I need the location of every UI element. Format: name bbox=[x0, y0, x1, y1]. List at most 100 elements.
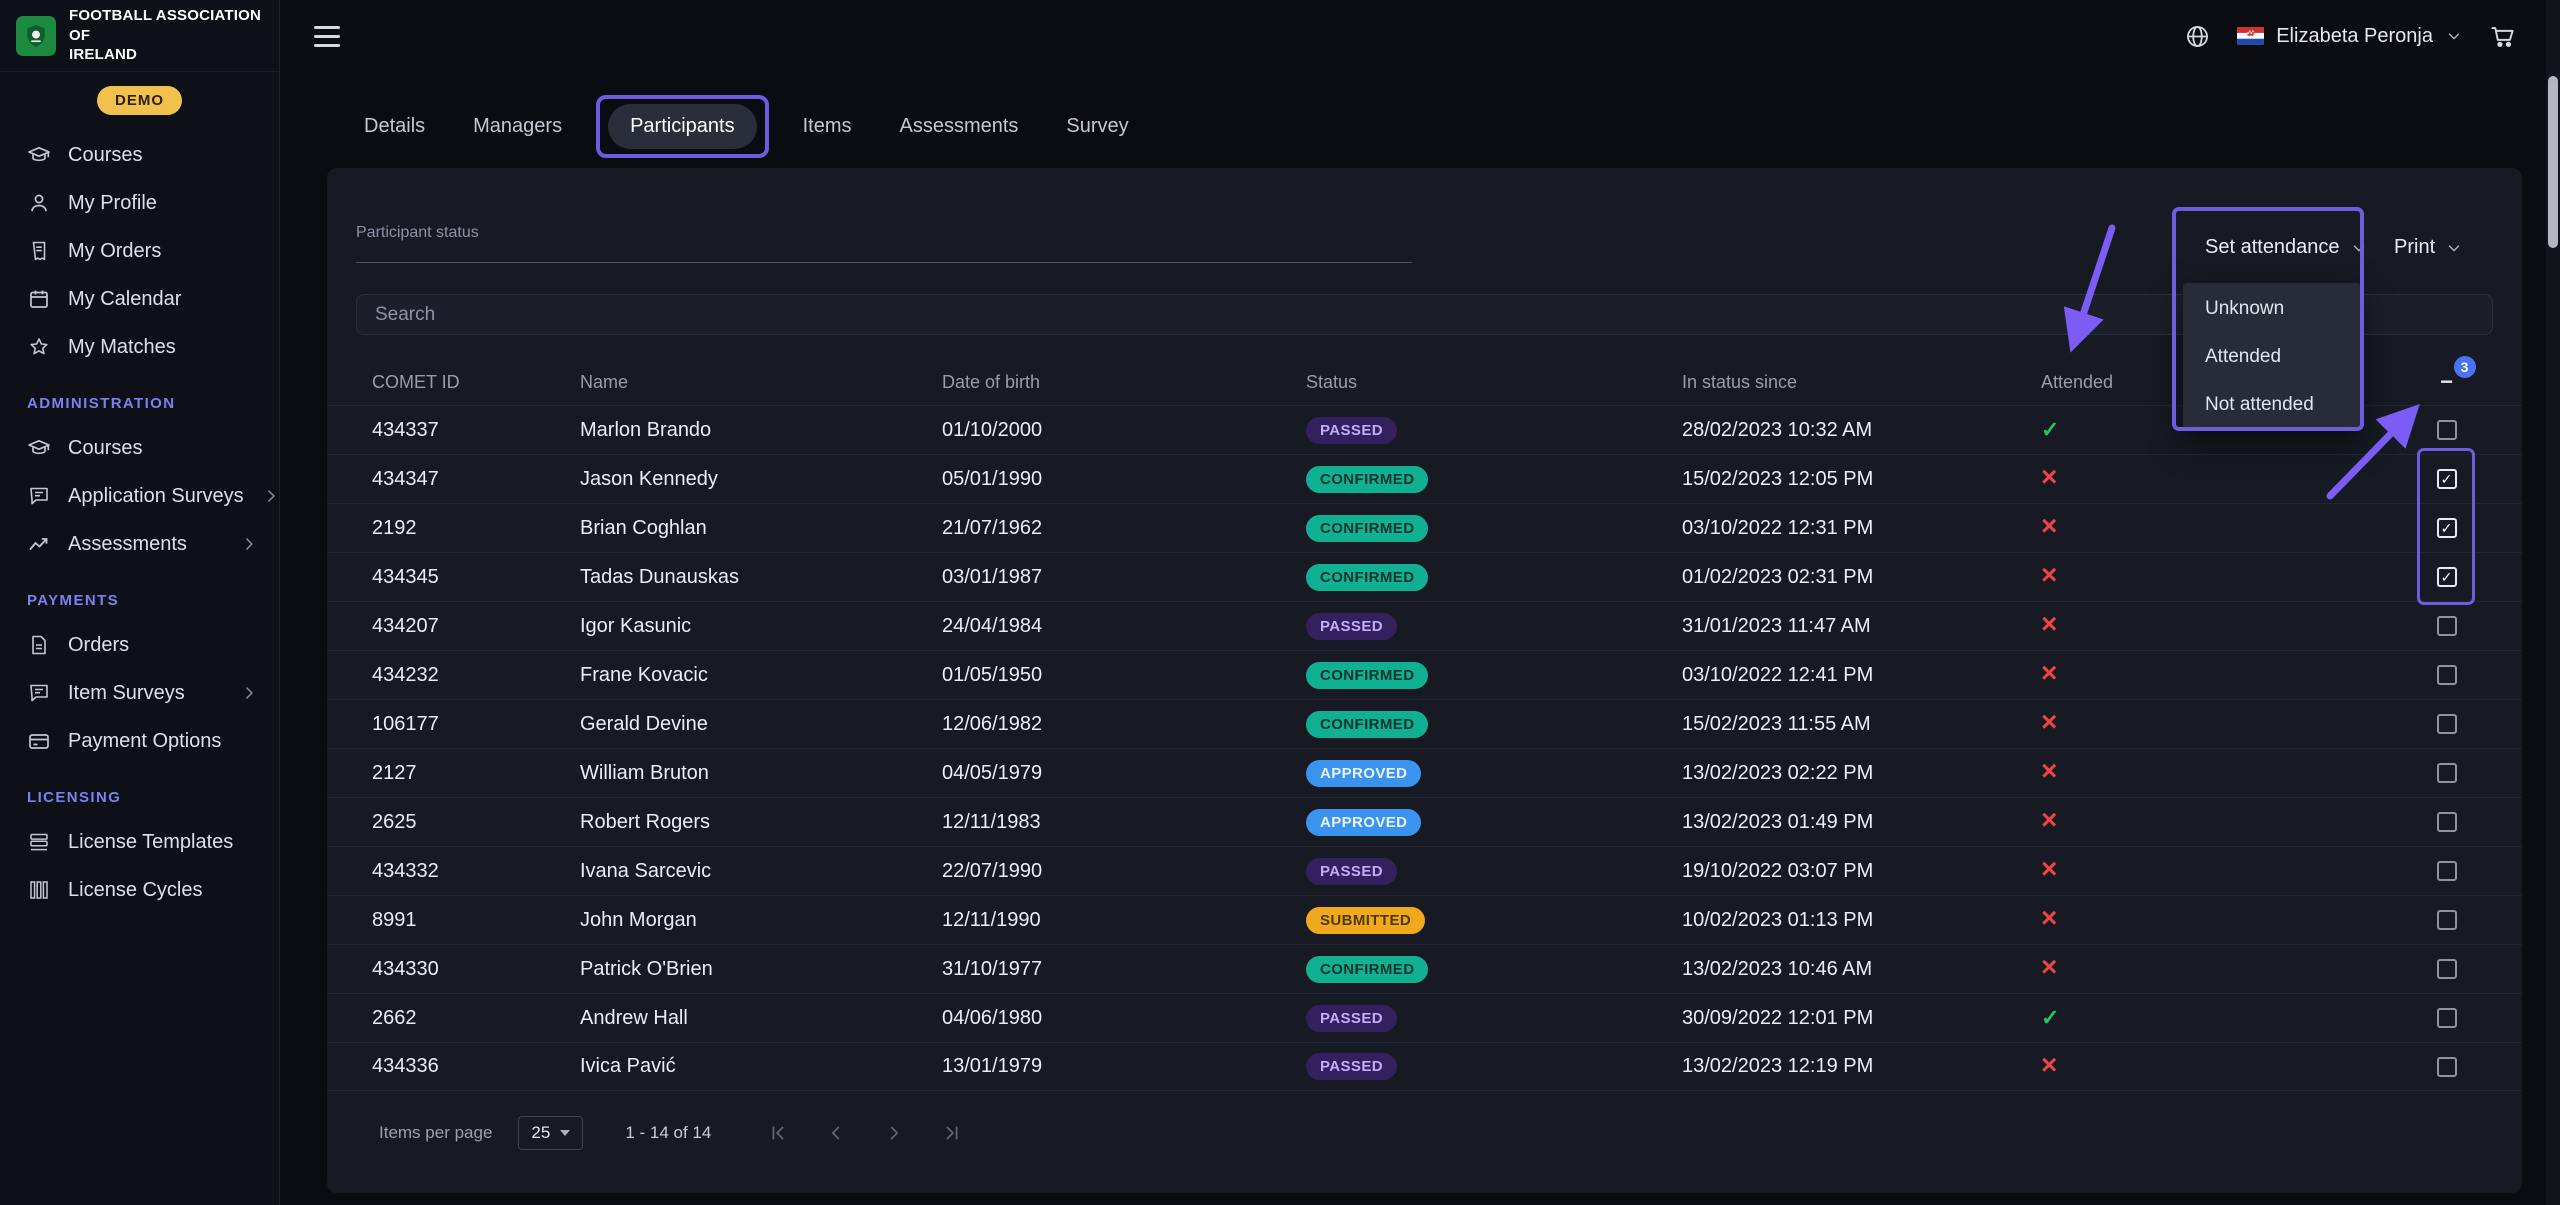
status-badge: PASSED bbox=[1306, 417, 1397, 444]
cell-name: Ivana Sarcevic bbox=[580, 860, 942, 883]
sidebar-item-payment-options[interactable]: Payment Options bbox=[0, 717, 279, 765]
row-checkbox[interactable]: ✓ bbox=[2437, 469, 2457, 489]
table-row[interactable]: 2192Brian Coghlan21/07/1962CONFIRMED03/1… bbox=[327, 503, 2522, 552]
menu-item-not-attended[interactable]: Not attended bbox=[2183, 381, 2361, 429]
cell-select: ✓ bbox=[2371, 567, 2522, 587]
sidebar-item-label: Courses bbox=[68, 437, 142, 460]
pagination-controls bbox=[767, 1122, 963, 1144]
sidebar-item-my-calendar[interactable]: My Calendar bbox=[0, 275, 279, 323]
row-checkbox[interactable] bbox=[2437, 714, 2457, 734]
table-row[interactable]: 434330Patrick O'Brien31/10/1977CONFIRMED… bbox=[327, 944, 2522, 993]
pagination-first-button[interactable] bbox=[767, 1122, 789, 1144]
row-checkbox[interactable] bbox=[2437, 1057, 2457, 1077]
row-checkbox[interactable] bbox=[2437, 1008, 2457, 1028]
cell-select: ✓ bbox=[2371, 469, 2522, 489]
col-header-status: Status bbox=[1306, 372, 1682, 393]
col-header-since: In status since bbox=[1682, 372, 2041, 393]
row-checkbox[interactable] bbox=[2437, 763, 2457, 783]
tab-participants[interactable]: Participants bbox=[608, 104, 757, 149]
sidebar-item-orders[interactable]: Orders bbox=[0, 621, 279, 669]
table-row[interactable]: 434332Ivana Sarcevic22/07/1990PASSED19/1… bbox=[327, 846, 2522, 895]
attended-check-icon: ✓ bbox=[2041, 1005, 2059, 1030]
cell-attended: × bbox=[2041, 662, 2371, 688]
cell-since: 15/02/2023 12:05 PM bbox=[1682, 468, 2041, 491]
table-row[interactable]: 106177Gerald Devine12/06/1982CONFIRMED15… bbox=[327, 699, 2522, 748]
table-row[interactable]: 434232Frane Kovacic01/05/1950CONFIRMED03… bbox=[327, 650, 2522, 699]
table-row[interactable]: 2625Robert Rogers12/11/1983APPROVED13/02… bbox=[327, 797, 2522, 846]
row-checkbox[interactable] bbox=[2437, 812, 2457, 832]
sidebar-item-item-surveys[interactable]: Item Surveys bbox=[0, 669, 279, 717]
cell-dob: 04/06/1980 bbox=[942, 1007, 1306, 1030]
cart-button[interactable] bbox=[2489, 23, 2516, 50]
status-badge: PASSED bbox=[1306, 613, 1397, 640]
cell-select bbox=[2371, 959, 2522, 979]
row-checkbox[interactable] bbox=[2437, 910, 2457, 930]
row-checkbox[interactable]: ✓ bbox=[2437, 518, 2457, 538]
cell-status: APPROVED bbox=[1306, 809, 1682, 836]
sidebar-item-license-templates[interactable]: License Templates bbox=[0, 818, 279, 866]
chevron-right-icon bbox=[261, 486, 281, 506]
sidebar-item-my-matches[interactable]: My Matches bbox=[0, 323, 279, 371]
row-checkbox[interactable] bbox=[2437, 616, 2457, 636]
tab-managers[interactable]: Managers bbox=[471, 105, 564, 148]
cell-select bbox=[2371, 763, 2522, 783]
table-row[interactable]: 434207Igor Kasunic24/04/1984PASSED31/01/… bbox=[327, 601, 2522, 650]
set-attendance-button[interactable]: Set attendance bbox=[2205, 236, 2368, 259]
cell-select: ✓ bbox=[2371, 518, 2522, 538]
row-checkbox[interactable] bbox=[2437, 420, 2457, 440]
items-per-page-select[interactable]: 25 bbox=[518, 1116, 583, 1150]
row-checkbox[interactable] bbox=[2437, 665, 2457, 685]
sidebar-item-assessments[interactable]: Assessments bbox=[0, 520, 279, 568]
cell-status: PASSED bbox=[1306, 1005, 1682, 1032]
sidebar-item-label: My Matches bbox=[68, 336, 176, 359]
user-menu[interactable]: Elizabeta Peronja bbox=[2237, 25, 2463, 48]
status-badge: CONFIRMED bbox=[1306, 662, 1428, 689]
row-checkbox[interactable]: ✓ bbox=[2437, 567, 2457, 587]
row-checkbox[interactable] bbox=[2437, 959, 2457, 979]
menu-item-unknown[interactable]: Unknown bbox=[2183, 285, 2361, 333]
table-row[interactable]: 8991John Morgan12/11/1990SUBMITTED10/02/… bbox=[327, 895, 2522, 944]
row-checkbox[interactable] bbox=[2437, 861, 2457, 881]
tab-items[interactable]: Items bbox=[801, 105, 854, 148]
table-row[interactable]: 2662Andrew Hall04/06/1980PASSED30/09/202… bbox=[327, 993, 2522, 1042]
not-attended-x-icon: × bbox=[2041, 461, 2057, 492]
cell-name: Andrew Hall bbox=[580, 1007, 942, 1030]
not-attended-x-icon: × bbox=[2041, 951, 2057, 982]
col-header-name: Name bbox=[580, 372, 942, 393]
cell-comet-id: 8991 bbox=[372, 909, 580, 932]
table-body: 434337Marlon Brando01/10/2000PASSED28/02… bbox=[327, 405, 2522, 1091]
sidebar-item-courses[interactable]: Courses bbox=[0, 424, 279, 472]
sidebar-item-courses[interactable]: Courses bbox=[0, 131, 279, 179]
table-row[interactable]: 434345Tadas Dunauskas03/01/1987CONFIRMED… bbox=[327, 552, 2522, 601]
menu-icon[interactable] bbox=[314, 26, 340, 47]
cell-status: PASSED bbox=[1306, 417, 1682, 444]
scrollbar-thumb[interactable] bbox=[2548, 76, 2558, 248]
chevron-right-icon bbox=[239, 683, 259, 703]
pagination-last-button[interactable] bbox=[941, 1122, 963, 1144]
tab-survey[interactable]: Survey bbox=[1064, 105, 1130, 148]
sidebar-item-application-surveys[interactable]: Application Surveys bbox=[0, 472, 279, 520]
pagination-next-button[interactable] bbox=[883, 1122, 905, 1144]
sidebar-item-my-profile[interactable]: My Profile bbox=[0, 179, 279, 227]
participant-status-select[interactable]: Participant status bbox=[356, 224, 1412, 263]
columns-icon bbox=[27, 878, 51, 902]
menu-item-attended[interactable]: Attended bbox=[2183, 333, 2361, 381]
tab-assessments[interactable]: Assessments bbox=[897, 105, 1020, 148]
sidebar-nav: CoursesMy ProfileMy OrdersMy CalendarMy … bbox=[0, 131, 279, 914]
person-icon bbox=[27, 191, 51, 215]
table-row[interactable]: 434347Jason Kennedy05/01/1990CONFIRMED15… bbox=[327, 454, 2522, 503]
sidebar-item-license-cycles[interactable]: License Cycles bbox=[0, 866, 279, 914]
table-row[interactable]: 434336Ivica Pavić13/01/1979PASSED13/02/2… bbox=[327, 1042, 2522, 1091]
select-all-checkbox[interactable]: − 3 bbox=[2436, 369, 2458, 395]
sidebar-item-my-orders[interactable]: My Orders bbox=[0, 227, 279, 275]
cell-comet-id: 2662 bbox=[372, 1007, 580, 1030]
pagination-prev-button[interactable] bbox=[825, 1122, 847, 1144]
not-attended-x-icon: × bbox=[2041, 510, 2057, 541]
tab-details[interactable]: Details bbox=[362, 105, 427, 148]
table-row[interactable]: 2127William Bruton04/05/1979APPROVED13/0… bbox=[327, 748, 2522, 797]
search-input[interactable] bbox=[357, 304, 2492, 326]
star-icon bbox=[27, 335, 51, 359]
language-globe-button[interactable] bbox=[2184, 23, 2211, 50]
cell-comet-id: 434345 bbox=[372, 566, 580, 589]
print-button[interactable]: Print bbox=[2394, 236, 2463, 259]
